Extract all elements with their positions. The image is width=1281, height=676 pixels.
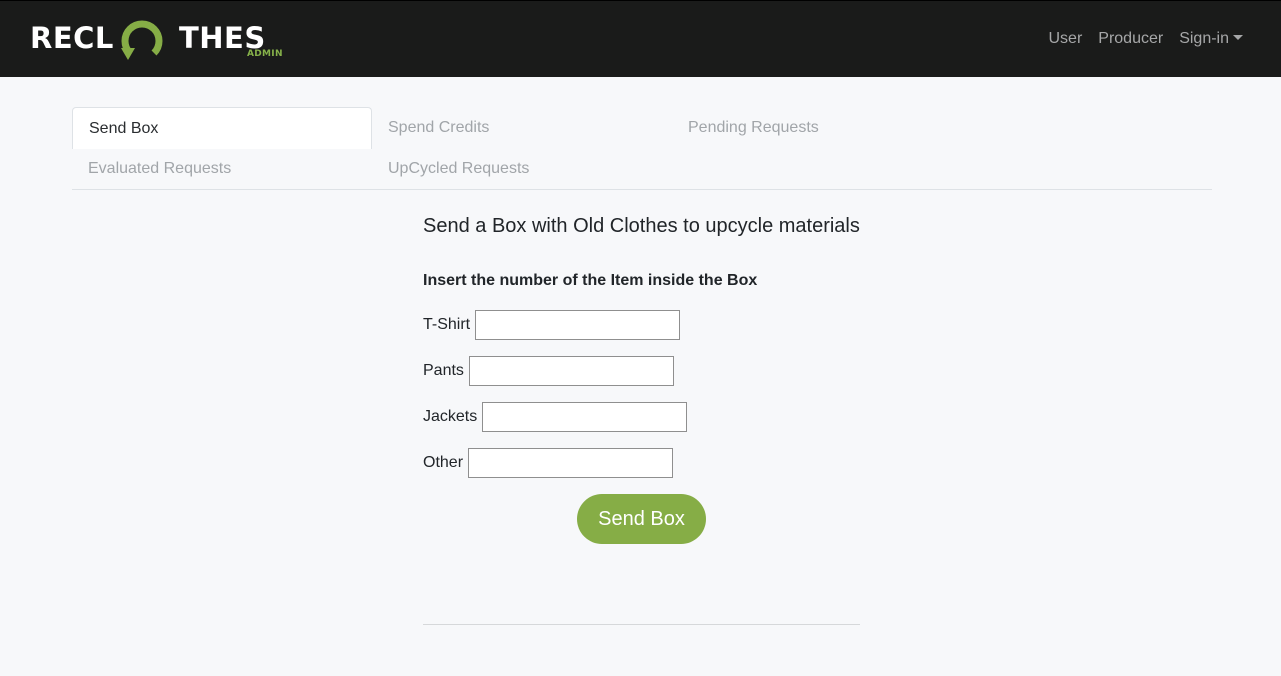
other-input[interactable] bbox=[468, 448, 674, 478]
nav-producer-link[interactable]: Producer bbox=[1098, 27, 1163, 51]
reclothes-logo[interactable]: RECL THES ADMIN bbox=[30, 13, 290, 67]
jackets-input[interactable] bbox=[482, 402, 688, 432]
pants-row: Pants bbox=[423, 356, 674, 386]
page-title: Send a Box with Old Clothes to upcycle m… bbox=[423, 215, 860, 237]
tab-evaluated-requests[interactable]: Evaluated Requests bbox=[72, 148, 372, 190]
nav-signin-label: Sign-in bbox=[1179, 30, 1229, 47]
send-box-button[interactable]: Send Box bbox=[577, 494, 706, 544]
recycle-arrow-icon bbox=[121, 20, 163, 60]
pants-input[interactable] bbox=[468, 356, 674, 386]
tab-upcycled-requests[interactable]: UpCycled Requests bbox=[372, 148, 672, 190]
nav-links: User Producer Sign-in bbox=[1048, 27, 1243, 51]
content-divider bbox=[423, 624, 860, 625]
top-navbar: RECL THES ADMIN User Producer Sign-in bbox=[0, 0, 1281, 77]
nav-user-link[interactable]: User bbox=[1048, 27, 1082, 51]
tab-send-box[interactable]: Send Box bbox=[72, 107, 372, 149]
logo-admin-label: ADMIN bbox=[247, 49, 283, 59]
nav-signin-dropdown[interactable]: Sign-in bbox=[1179, 27, 1243, 51]
tshirt-input[interactable] bbox=[475, 310, 681, 340]
caret-down-icon bbox=[1233, 35, 1243, 40]
pants-label: Pants bbox=[423, 362, 464, 379]
tab-spend-credits[interactable]: Spend Credits bbox=[372, 107, 672, 149]
tshirt-row: T-Shirt bbox=[423, 310, 681, 340]
form-instructions: Insert the number of the Item inside the… bbox=[423, 272, 758, 289]
request-tabs: Send Box Spend Credits Pending Requests … bbox=[72, 107, 1212, 190]
jackets-row: Jackets bbox=[423, 402, 688, 432]
other-row: Other bbox=[423, 448, 674, 478]
jackets-label: Jackets bbox=[423, 408, 478, 425]
tshirt-label: T-Shirt bbox=[423, 316, 471, 333]
tab-pending-requests[interactable]: Pending Requests bbox=[672, 107, 972, 149]
logo-text-left: RECL bbox=[30, 21, 114, 55]
other-label: Other bbox=[423, 454, 464, 471]
